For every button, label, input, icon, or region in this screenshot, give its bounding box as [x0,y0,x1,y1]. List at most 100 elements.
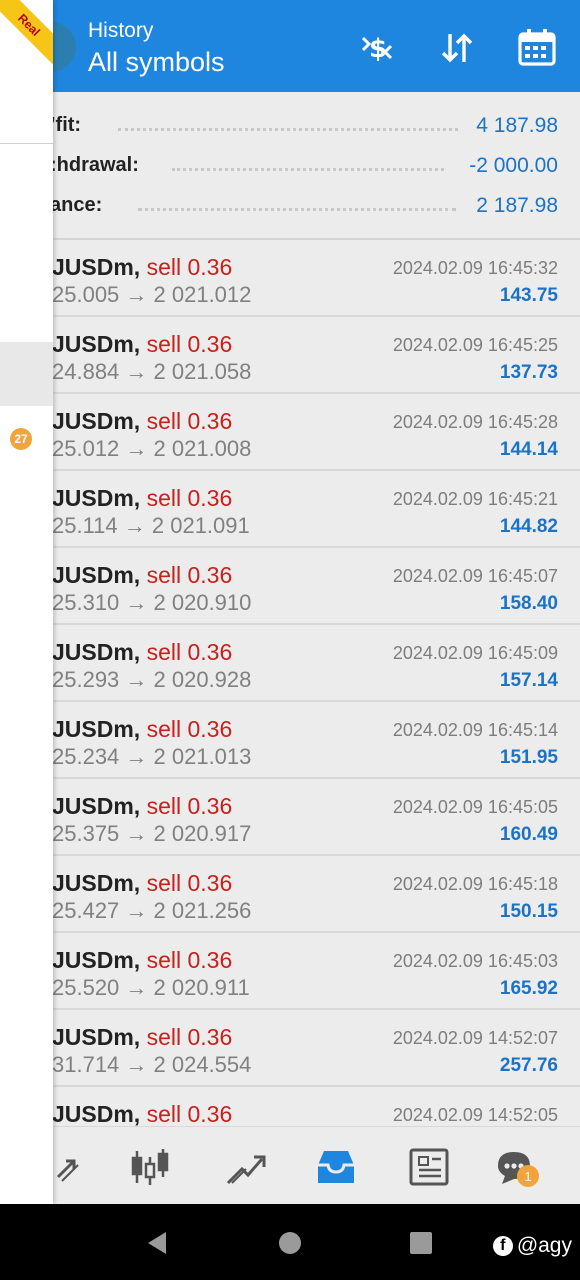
deal-symbol: JUSDm, [52,331,141,357]
drawer-item-selected[interactable] [0,342,53,406]
deal-title: JUSDm, sell 0.36 [52,331,232,358]
screen-title[interactable]: All symbols [88,47,225,78]
deal-row[interactable]: JUSDm, sell 0.36 31.714 → 2 024.554 2024.0… [0,1010,580,1087]
deal-symbol: JUSDm, [52,793,141,819]
deal-symbol: JUSDm, [52,562,141,588]
deal-side: sell 0.36 [146,716,233,742]
summary-value: 4 187.98 [476,114,558,137]
deal-time: 2024.02.09 16:45:25 [392,335,558,355]
deal-time: 2024.02.09 16:45:21 [392,489,558,509]
deal-symbol: JUSDm, [52,947,141,973]
summary-value: -2 000.00 [469,154,558,177]
chat-badge: 1 [517,1165,539,1187]
deal-symbol: JUSDm, [52,485,141,511]
back-icon[interactable] [140,1226,174,1260]
deal-time: 2024.02.09 16:45:09 [392,643,558,663]
deal-profit: 158.40 [499,593,558,614]
deal-time: 2024.02.09 16:45:18 [392,874,558,894]
deal-row[interactable]: JUSDm, sell 0.36 25.012 → 2 021.008 2024.0… [0,394,580,471]
history-inbox-icon[interactable] [310,1141,362,1193]
deals-list[interactable]: JUSDm, sell 0.36 25.005 → 2 021.012 2024.0… [0,240,580,1126]
deal-profit: 150.15 [499,901,558,922]
deal-side: sell 0.36 [146,793,233,819]
deal-title: JUSDm, sell 0.36 [52,485,232,512]
divider [0,143,53,144]
deal-title: JUSDm, sell 0.36 [52,870,232,897]
deal-row[interactable]: JUSDm, sell 0.36 25.310 → 2 020.910 2024.0… [0,548,580,625]
deal-symbol: JUSDm, [52,408,141,434]
summary-label: ance: [50,194,103,216]
recents-icon[interactable] [404,1226,438,1260]
deal-symbol: JUSDm, [52,716,141,742]
deal-side: sell 0.36 [146,331,233,357]
deal-title: JUSDm, sell 0.36 [52,793,232,820]
summary-label: :hdrawal: [50,154,139,176]
dotted-leader [118,128,458,131]
deal-title: JUSDm, sell 0.36 [52,562,232,589]
deal-row[interactable]: JUSDm, sell 0.36 25.293 → 2 020.928 2024.0… [0,625,580,702]
deal-title: JUSDm, sell 0.36 [52,716,232,743]
deal-time: 2024.02.09 16:45:07 [392,566,558,586]
summary-label: ’fit: [50,114,82,136]
deal-prices: 25.375 → 2 020.917 [52,821,252,846]
dotted-leader [172,168,444,171]
system-navigation-bar: f @agy [0,1204,580,1280]
deal-side: sell 0.36 [146,485,233,511]
deal-row[interactable]: JUSDm, sell 0.36 25.427 → 2 021.256 2024.0… [0,856,580,933]
calendar-icon[interactable] [515,26,559,70]
deal-prices: 24.884 → 2 021.058 [52,359,252,384]
deal-symbol: JUSDm, [52,1024,141,1050]
deal-row[interactable]: JUSDm, sell 0.36 25.234 → 2 021.013 2024.0… [0,702,580,779]
deal-side: sell 0.36 [146,408,233,434]
deal-side: sell 0.36 [146,562,233,588]
deal-profit: 151.95 [499,747,558,768]
deal-prices: 25.234 → 2 021.013 [52,744,252,769]
deal-side: sell 0.36 [146,870,233,896]
deal-profit: 137.73 [499,362,558,383]
deal-time: 2024.02.09 16:45:14 [392,720,558,740]
history-summary: ’fit: 4 187.98 :hdrawal: -2 000.00 ance:… [0,92,580,238]
deal-profit: 144.14 [499,439,558,460]
chat-icon[interactable]: 1 [489,1141,541,1193]
summary-row-profit: ’fit: 4 187.98 [0,106,580,146]
deal-time: 2024.02.09 16:45:32 [392,258,558,278]
deal-prices: 25.005 → 2 021.012 [52,282,252,307]
deal-symbol: JUSDm, [52,639,141,665]
chart-candles-icon[interactable] [124,1141,176,1193]
deal-row[interactable]: JUSDm, sell 0.36 2024.02.09 14:52:05 [0,1087,580,1126]
dollar-exchange-icon[interactable]: $ [355,26,399,70]
deal-title: JUSDm, sell 0.36 [52,1101,232,1126]
deal-time: 2024.02.09 16:45:28 [392,412,558,432]
deal-prices: 25.427 → 2 021.256 [52,898,252,923]
deal-prices: 25.012 → 2 021.008 [52,436,252,461]
deal-title: JUSDm, sell 0.36 [52,947,232,974]
trade-icon[interactable] [218,1141,270,1193]
deal-time: 2024.02.09 16:45:03 [392,951,558,971]
deal-row[interactable]: JUSDm, sell 0.36 25.114 → 2 021.091 2024.0… [0,471,580,548]
deal-profit: 157.14 [499,670,558,691]
deal-title: JUSDm, sell 0.36 [52,254,232,281]
deal-prices: 25.520 → 2 020.911 [52,975,250,1000]
deal-row[interactable]: JUSDm, sell 0.36 25.005 → 2 021.012 2024.0… [0,240,580,317]
deal-side: sell 0.36 [146,1101,233,1126]
account-type-ribbon: Real [0,0,53,72]
side-drawer[interactable]: Real 27 [0,0,53,1204]
summary-row-balance: ance: 2 187.98 [0,186,580,226]
deal-title: JUSDm, sell 0.36 [52,1024,232,1051]
deal-side: sell 0.36 [146,254,233,280]
deal-prices: 25.114 → 2 021.091 [52,513,250,538]
watermark-handle: @agy [516,1234,572,1257]
deal-row[interactable]: JUSDm, sell 0.36 24.884 → 2 021.058 2024.0… [0,317,580,394]
summary-value: 2 187.98 [476,194,558,217]
summary-row-withdrawal: :hdrawal: -2 000.00 [0,146,580,186]
svg-text:$: $ [369,34,387,64]
news-icon[interactable] [403,1141,455,1193]
sort-icon[interactable] [435,26,479,70]
deal-prices: 25.310 → 2 020.910 [52,590,252,615]
deal-row[interactable]: JUSDm, sell 0.36 25.520 → 2 020.911 2024.0… [0,933,580,1010]
home-icon[interactable] [273,1226,307,1260]
deal-profit: 257.76 [499,1055,558,1076]
deal-side: sell 0.36 [146,947,233,973]
deal-row[interactable]: JUSDm, sell 0.36 25.375 → 2 020.917 2024.0… [0,779,580,856]
deal-symbol: JUSDm, [52,1101,141,1126]
